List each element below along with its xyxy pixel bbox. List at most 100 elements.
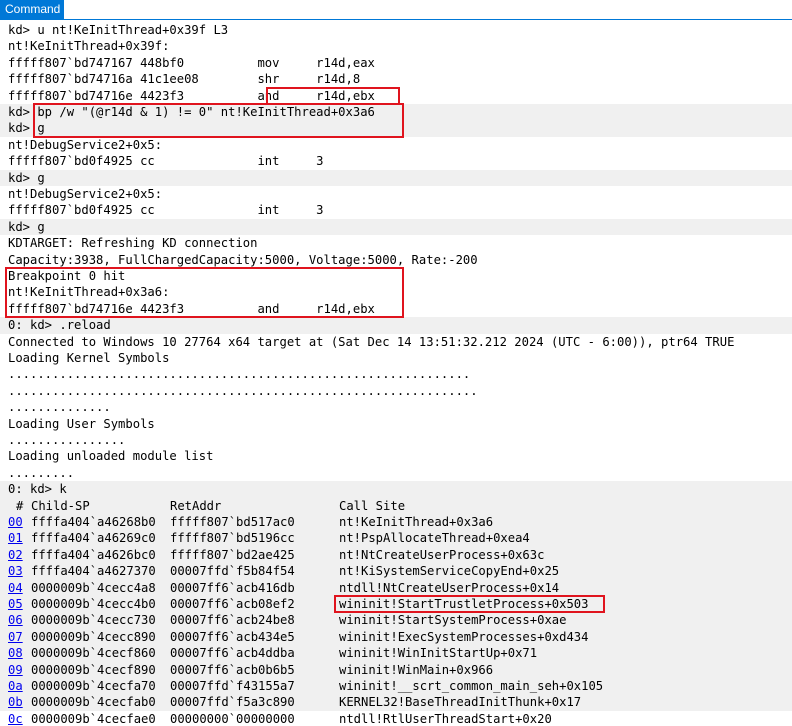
call-site-value: wininit!ExecSystemProcesses+0xd434 <box>339 629 589 644</box>
command-block-background <box>0 317 792 334</box>
child-sp-value: 0000009b`4cecfab0 <box>31 695 156 710</box>
frame-number-link[interactable]: 07 <box>8 629 23 645</box>
ret-addr-value: fffff807`bd2ae425 <box>170 547 295 562</box>
stack-frame-row: 08 0000009b`4cecf860 00007ff6`acb4ddba wini… <box>0 645 792 661</box>
output-line: ........................................… <box>8 367 471 382</box>
stack-frame-row: 0b 0000009b`4cecfab0 00007ffd`f5a3c890 KERN… <box>0 694 792 710</box>
ret-addr-value: 00000000`00000000 <box>170 711 295 726</box>
call-site-value: ntdll!NtCreateUserProcess+0x14 <box>339 580 560 595</box>
child-sp-value: 0000009b`4cecfa70 <box>31 679 156 693</box>
command-block-background <box>0 169 792 186</box>
ret-addr-value: 00007ff6`acb24be8 <box>170 613 295 628</box>
stack-frame-row: 01 ffffa404`a46269c0 fffff807`bd5196cc nt!P… <box>0 530 792 546</box>
output-line: Capacity:3938, FullChargedCapacity:5000,… <box>8 252 478 267</box>
call-site-value: wininit!__scrt_common_main_seh+0x105 <box>339 679 604 693</box>
call-site-value: wininit!StartSystemProcess+0xae <box>339 613 567 628</box>
column-header-frame-number: # <box>16 498 24 513</box>
stack-frame-row: 07 0000009b`4cecc890 00007ff6`acb434e5 wini… <box>0 629 792 645</box>
stack-frame-row: 00 ffffa404`a46268b0 fffff807`bd517ac0 nt!K… <box>0 514 792 530</box>
call-site-value: nt!KeInitThread+0x3a6 <box>339 515 494 529</box>
call-site-value: nt!PspAllocateThread+0xea4 <box>339 531 530 546</box>
call-site-value: wininit!WinInitStartUp+0x71 <box>339 646 538 661</box>
output-line: nt!DebugService2+0x5: <box>8 137 163 152</box>
output-line: nt!DebugService2+0x5: <box>8 187 163 201</box>
command-line: kd> g <box>8 170 45 185</box>
ret-addr-value: fffff807`bd5196cc <box>170 531 295 546</box>
stack-frame-row: 03 ffffa404`a4627370 00007ffd`f5b84f54 nt!K… <box>0 563 792 579</box>
frame-number-link[interactable]: 09 <box>8 662 23 678</box>
call-site-value: KERNEL32!BaseThreadInitThunk+0x17 <box>339 695 582 710</box>
output-line: .............. <box>8 400 111 415</box>
stack-frame-row: 0c 0000009b`4cecfae0 00000000`00000000 ntdl… <box>0 711 792 726</box>
stack-frame-row: 06 0000009b`4cecc730 00007ff6`acb24be8 wini… <box>0 612 792 628</box>
command-block-background <box>0 218 792 236</box>
output-line: Connected to Windows 10 27764 x64 target… <box>8 334 735 349</box>
column-header-child-sp: Child-SP <box>31 498 90 513</box>
tab-command[interactable]: Command <box>0 0 64 19</box>
ret-addr-value: 00007ff6`acb4ddba <box>170 646 295 661</box>
output-line: ................ <box>8 433 126 447</box>
stack-frame-row: 04 0000009b`4cecc4a8 00007ff6`acb416db ntdl… <box>0 580 792 596</box>
command-line: 0: kd> .reload <box>8 318 111 333</box>
highlight-breakpoint-hit <box>5 267 404 319</box>
output-line: Loading Kernel Symbols <box>8 351 170 365</box>
output-line: nt!KeInitThread+0x39f: <box>8 39 170 54</box>
child-sp-value: ffffa404`a4627370 <box>31 564 156 579</box>
frame-number-link[interactable]: 03 <box>8 563 23 579</box>
output-line: fffff807`bd747167 448bf0 mov r14d,eax <box>8 55 375 70</box>
child-sp-value: 0000009b`4cecc4b0 <box>31 597 156 611</box>
frame-number-link[interactable]: 01 <box>8 530 23 546</box>
frame-number-link[interactable]: 0c <box>8 711 23 726</box>
command-line: kd> u nt!KeInitThread+0x39f L3 <box>8 23 229 37</box>
stack-frame-row: 02 ffffa404`a4626bc0 fffff807`bd2ae425 nt!N… <box>0 547 792 563</box>
output-line: Loading unloaded module list <box>8 449 214 464</box>
stack-frame-row: 09 0000009b`4cecf890 00007ff6`acb0b6b5 wini… <box>0 662 792 678</box>
child-sp-value: 0000009b`4cecf860 <box>31 646 156 661</box>
output-line: ......... <box>8 465 75 480</box>
command-output[interactable]: kd> u nt!KeInitThread+0x39f L3 nt!KeInitT… <box>0 20 792 726</box>
frame-number-link[interactable]: 0a <box>8 678 23 694</box>
output-line: KDTARGET: Refreshing KD connection <box>8 236 258 251</box>
ret-addr-value: 00007ff6`acb08ef2 <box>170 597 295 611</box>
ret-addr-value: fffff807`bd517ac0 <box>170 515 295 529</box>
command-line: 0: kd> k <box>8 482 67 497</box>
call-site-value: ntdll!RtlUserThreadStart+0x20 <box>339 711 552 726</box>
column-header-ret-addr: RetAddr <box>170 498 222 513</box>
child-sp-value: 0000009b`4cecc890 <box>31 629 156 644</box>
ret-addr-value: 00007ffd`f43155a7 <box>170 679 295 693</box>
output-line: ........................................… <box>8 383 478 398</box>
stack-header-row: # Child-SP RetAddr Call Site <box>0 498 792 514</box>
call-site-value: nt!NtCreateUserProcess+0x63c <box>339 547 545 562</box>
ret-addr-value: 00007ff6`acb416db <box>170 580 295 595</box>
child-sp-value: ffffa404`a46269c0 <box>31 531 156 546</box>
output-line: Loading User Symbols <box>8 416 155 431</box>
column-header-call-site: Call Site <box>339 498 406 513</box>
frame-number-link[interactable]: 06 <box>8 612 23 628</box>
frame-number-link[interactable]: 02 <box>8 547 23 563</box>
ret-addr-value: 00007ffd`f5a3c890 <box>170 695 295 710</box>
child-sp-value: ffffa404`a46268b0 <box>31 515 156 529</box>
stack-frame-row: 0a 0000009b`4cecfa70 00007ffd`f43155a7 wini… <box>0 678 792 694</box>
frame-number-link[interactable]: 04 <box>8 580 23 596</box>
ret-addr-value: 00007ffd`f5b84f54 <box>170 564 295 579</box>
highlight-trustlet-frame <box>334 595 605 614</box>
child-sp-value: 0000009b`4cecc4a8 <box>31 580 156 595</box>
highlight-breakpoint-commands <box>33 103 404 138</box>
child-sp-value: ffffa404`a4626bc0 <box>31 547 156 562</box>
output-line: fffff807`bd0f4925 cc int 3 <box>8 154 324 169</box>
child-sp-value: 0000009b`4cecfae0 <box>31 711 156 726</box>
call-site-value: nt!KiSystemServiceCopyEnd+0x25 <box>339 564 560 579</box>
tab-bar: Command <box>0 0 792 20</box>
output-line: fffff807`bd0f4925 cc int 3 <box>8 203 324 218</box>
child-sp-value: 0000009b`4cecc730 <box>31 613 156 628</box>
ret-addr-value: 00007ff6`acb0b6b5 <box>170 662 295 677</box>
child-sp-value: 0000009b`4cecf890 <box>31 662 156 677</box>
command-line: kd> g <box>8 219 45 234</box>
output-line: fffff807`bd74716a 41c1ee08 shr r14d,8 <box>8 72 361 87</box>
call-site-value: wininit!WinMain+0x966 <box>339 662 494 677</box>
frame-number-link[interactable]: 08 <box>8 645 23 661</box>
frame-number-link[interactable]: 05 <box>8 596 23 612</box>
ret-addr-value: 00007ff6`acb434e5 <box>170 629 295 644</box>
frame-number-link[interactable]: 0b <box>8 694 23 710</box>
frame-number-link[interactable]: 00 <box>8 514 23 530</box>
